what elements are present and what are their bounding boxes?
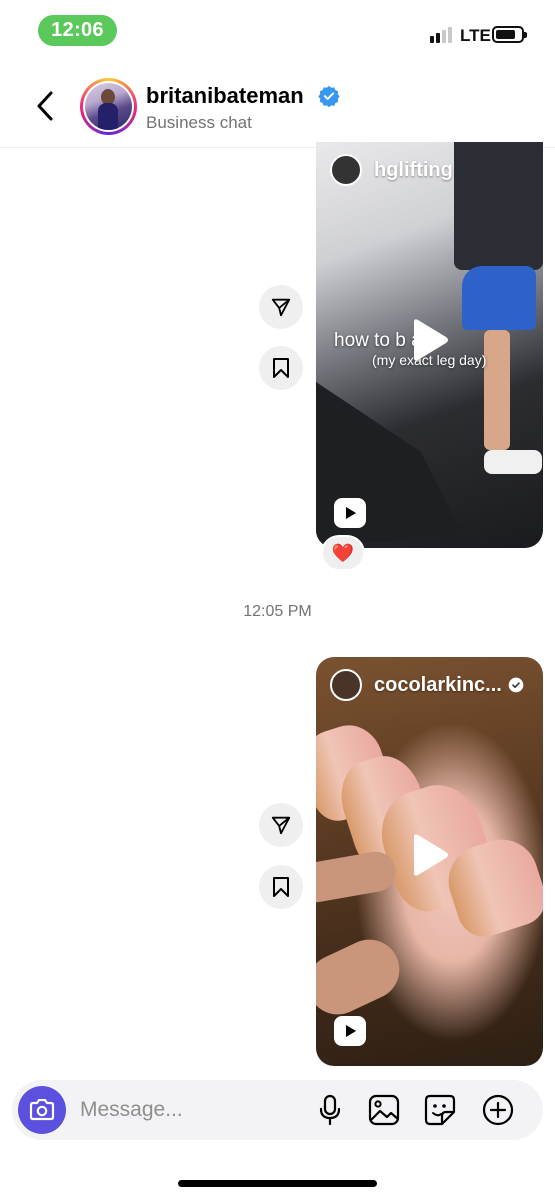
- status-time: 12:06: [38, 15, 117, 46]
- reels-icon: [334, 498, 366, 528]
- back-button[interactable]: [30, 88, 60, 124]
- author-avatar: [330, 669, 362, 701]
- reels-icon: [334, 1016, 366, 1046]
- reel-card[interactable]: hglifting how to b a (my exact leg day): [316, 142, 543, 548]
- author-avatar: [330, 154, 362, 186]
- plus-icon: [482, 1094, 514, 1126]
- chat-subtitle: Business chat: [146, 113, 252, 132]
- share-button[interactable]: [259, 285, 303, 329]
- network-label: LTE: [460, 26, 491, 45]
- camera-button[interactable]: [18, 1086, 66, 1134]
- microphone-icon: [319, 1094, 341, 1126]
- reel-author[interactable]: cocolarkinc...: [330, 669, 524, 701]
- home-indicator[interactable]: [178, 1180, 377, 1187]
- avatar[interactable]: [80, 78, 137, 135]
- signal-icon: [430, 27, 452, 43]
- chat-header: britanibateman Business chat: [0, 62, 555, 148]
- gallery-button[interactable]: [366, 1092, 402, 1128]
- bookmark-icon: [273, 358, 289, 378]
- reel-author[interactable]: hglifting: [330, 154, 453, 186]
- message-timestamp: 12:05 PM: [243, 603, 312, 620]
- battery-icon: [492, 26, 527, 43]
- avatar-image: [85, 83, 132, 130]
- share-button[interactable]: [259, 803, 303, 847]
- play-icon[interactable]: [410, 833, 450, 877]
- save-button[interactable]: [259, 865, 303, 909]
- send-icon: [271, 816, 291, 835]
- verified-badge-icon: [318, 85, 340, 107]
- save-button[interactable]: [259, 346, 303, 390]
- microphone-button[interactable]: [312, 1092, 348, 1128]
- message-composer: [12, 1080, 543, 1140]
- message-input[interactable]: [80, 1095, 300, 1125]
- reel-caption: how to b a: [334, 330, 422, 351]
- author-name: hglifting: [374, 158, 453, 181]
- send-icon: [271, 298, 291, 317]
- bookmark-icon: [273, 877, 289, 897]
- camera-icon: [29, 1099, 55, 1121]
- verified-badge-icon: [508, 677, 524, 693]
- status-bar: 12:06 LTE: [0, 0, 555, 62]
- add-button[interactable]: [480, 1092, 516, 1128]
- sticker-icon: [424, 1094, 456, 1126]
- reaction-heart[interactable]: ❤️: [321, 535, 365, 571]
- author-name: cocolarkinc...: [374, 673, 502, 696]
- sticker-button[interactable]: [422, 1092, 458, 1128]
- gallery-icon: [368, 1094, 400, 1126]
- reel-card[interactable]: cocolarkinc...: [316, 657, 543, 1066]
- chat-username[interactable]: britanibateman: [146, 83, 304, 109]
- play-icon[interactable]: [410, 318, 450, 362]
- chevron-left-icon: [37, 91, 53, 121]
